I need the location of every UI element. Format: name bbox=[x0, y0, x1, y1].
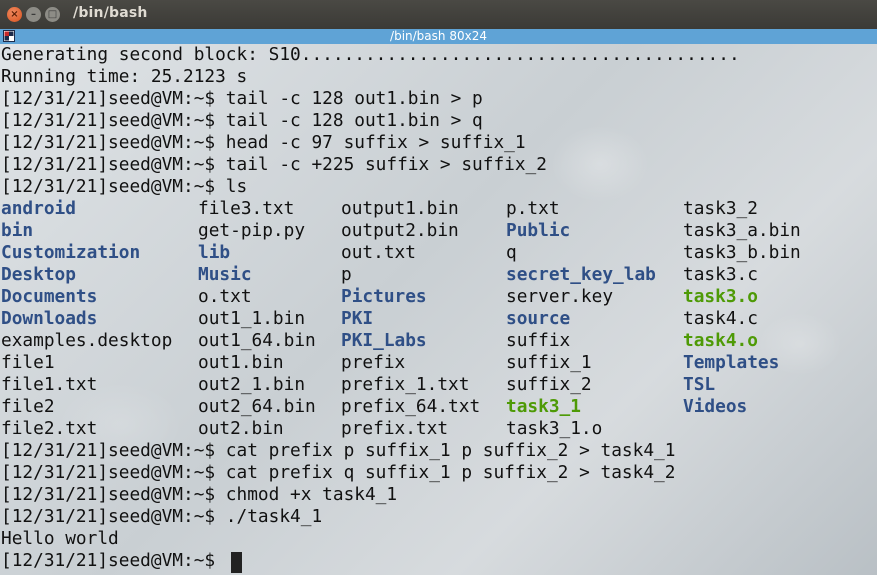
ls-entry: task3.o bbox=[683, 286, 758, 307]
ls-entry: p.txt bbox=[506, 198, 560, 219]
ls-entry: out.txt bbox=[341, 242, 416, 263]
close-icon[interactable]: × bbox=[7, 7, 22, 22]
window-titlebar[interactable]: × – □ /bin/bash bbox=[0, 0, 877, 29]
ls-entry: Downloads bbox=[1, 308, 98, 329]
ls-entry: o.txt bbox=[198, 286, 252, 307]
ls-entry: examples.desktop bbox=[1, 330, 173, 351]
ls-entry: source bbox=[506, 308, 571, 329]
ls-entry: Public bbox=[506, 220, 571, 241]
ls-entry: file2 bbox=[1, 396, 55, 417]
ls-entry: Customization bbox=[1, 242, 141, 263]
terminal-line: Running time: 25.2123 s bbox=[1, 66, 248, 87]
ls-entry: get-pip.py bbox=[198, 220, 306, 241]
ls-entry: Desktop bbox=[1, 264, 76, 285]
ls-entry: task3_b.bin bbox=[683, 242, 801, 263]
text-cursor bbox=[231, 552, 242, 573]
ls-entry: out1_1.bin bbox=[198, 308, 306, 329]
terminal-line: [12/31/21]seed@VM:~$ chmod +x task4_1 bbox=[1, 484, 398, 505]
ls-entry: p bbox=[341, 264, 352, 285]
ls-entry: suffix_1 bbox=[506, 352, 592, 373]
ls-entry: Documents bbox=[1, 286, 98, 307]
ls-entry: out2_64.bin bbox=[198, 396, 316, 417]
ls-entry: suffix bbox=[506, 330, 571, 351]
terminal-line: [12/31/21]seed@VM:~$ tail -c +225 suffix… bbox=[1, 154, 547, 175]
ls-entry: task3_2 bbox=[683, 198, 758, 219]
ls-entry: out1.bin bbox=[198, 352, 284, 373]
ls-entry: server.key bbox=[506, 286, 614, 307]
window-title: /bin/bash bbox=[73, 5, 148, 21]
ls-entry: q bbox=[506, 242, 517, 263]
ls-entry: prefix bbox=[341, 352, 406, 373]
minimize-icon[interactable]: – bbox=[26, 7, 41, 22]
ls-entry: out2.bin bbox=[198, 418, 284, 439]
ls-entry: suffix_2 bbox=[506, 374, 592, 395]
ls-entry: task4.o bbox=[683, 330, 758, 351]
ls-entry: Templates bbox=[683, 352, 780, 373]
ls-entry: output2.bin bbox=[341, 220, 459, 241]
ls-entry: PKI_Labs bbox=[341, 330, 427, 351]
terminal-line: [12/31/21]seed@VM:~$ ./task4_1 bbox=[1, 506, 323, 527]
ls-entry: TSL bbox=[683, 374, 716, 395]
ls-entry: Music bbox=[198, 264, 252, 285]
ls-entry: task3.c bbox=[683, 264, 758, 285]
ls-entry: task4.c bbox=[683, 308, 758, 329]
ls-entry: file1.txt bbox=[1, 374, 98, 395]
ls-entry: file3.txt bbox=[198, 198, 295, 219]
ls-entry: Pictures bbox=[341, 286, 427, 307]
ls-entry: lib bbox=[198, 242, 231, 263]
terminal-line: [12/31/21]seed@VM:~$ head -c 97 suffix >… bbox=[1, 132, 526, 153]
terminal-line: [12/31/21]seed@VM:~$ cat prefix p suffix… bbox=[1, 440, 676, 461]
terminal-line: [12/31/21]seed@VM:~$ tail -c 128 out1.bi… bbox=[1, 88, 483, 109]
terminal-line: [12/31/21]seed@VM:~$ tail -c 128 out1.bi… bbox=[1, 110, 483, 131]
ls-entry: bin bbox=[1, 220, 34, 241]
ls-entry: out2_1.bin bbox=[198, 374, 306, 395]
tab-title: /bin/bash 80x24 bbox=[390, 29, 487, 43]
ls-entry: Videos bbox=[683, 396, 748, 417]
terminal-line: [12/31/21]seed@VM:~$ ls bbox=[1, 176, 248, 197]
ls-entry: out1_64.bin bbox=[198, 330, 316, 351]
terminal-line: [12/31/21]seed@VM:~$ bbox=[1, 550, 226, 571]
ls-entry: file1 bbox=[1, 352, 55, 373]
ls-entry: PKI bbox=[341, 308, 374, 329]
ls-entry: task3_1.o bbox=[506, 418, 603, 439]
ls-entry: secret_key_lab bbox=[506, 264, 656, 285]
terminal-line: Hello world bbox=[1, 528, 119, 549]
maximize-icon[interactable]: □ bbox=[45, 7, 60, 22]
ls-entry: task3_1 bbox=[506, 396, 581, 417]
terminal-output[interactable]: Generating second block: S10............… bbox=[0, 44, 877, 575]
ls-entry: output1.bin bbox=[341, 198, 459, 219]
terminal-tab-bar[interactable]: /bin/bash 80x24 bbox=[0, 29, 877, 44]
ls-entry: prefix_64.txt bbox=[341, 396, 481, 417]
ls-entry: task3_a.bin bbox=[683, 220, 801, 241]
ls-entry: file2.txt bbox=[1, 418, 98, 439]
ls-entry: android bbox=[1, 198, 76, 219]
ls-entry: prefix.txt bbox=[341, 418, 449, 439]
terminal-line: Generating second block: S10............… bbox=[1, 44, 740, 65]
terminal-line: [12/31/21]seed@VM:~$ cat prefix q suffix… bbox=[1, 462, 676, 483]
ls-entry: prefix_1.txt bbox=[341, 374, 470, 395]
